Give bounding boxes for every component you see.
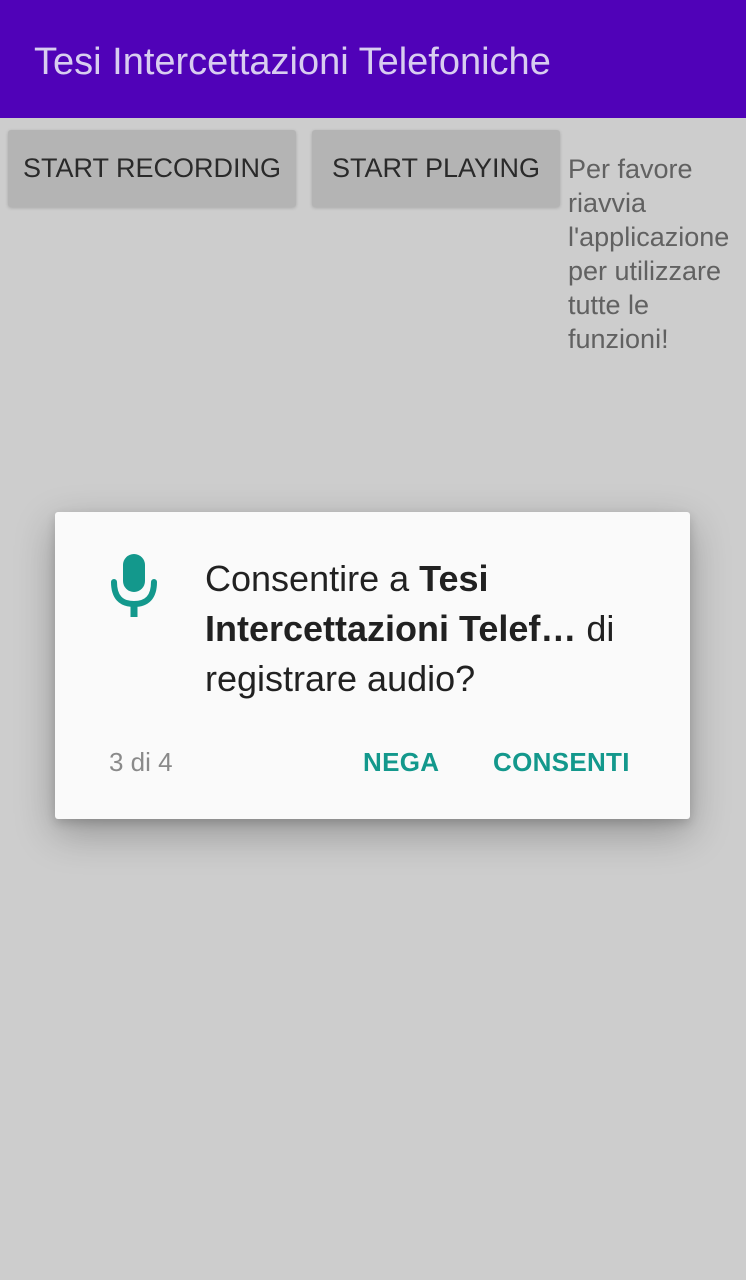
permission-counter: 3 di 4: [109, 747, 173, 777]
permission-message: Consentire a Tesi Intercettazioni Telef……: [205, 554, 675, 704]
microphone-icon: [111, 554, 157, 617]
restart-notice: Per favore riavvia l'applicazione per ut…: [568, 154, 730, 354]
start-recording-button[interactable]: START RECORDING: [8, 130, 296, 207]
allow-button[interactable]: CONSENTI: [493, 744, 630, 780]
deny-button[interactable]: NEGA: [363, 744, 439, 780]
app-bar: Tesi Intercettazioni Telefoniche: [0, 0, 746, 118]
message-prefix: Consentire a: [205, 558, 420, 599]
app-title: Tesi Intercettazioni Telefoniche: [34, 41, 551, 83]
start-playing-button[interactable]: START PLAYING: [312, 130, 560, 207]
permission-dialog: Consentire a Tesi Intercettazioni Telef……: [55, 512, 690, 819]
